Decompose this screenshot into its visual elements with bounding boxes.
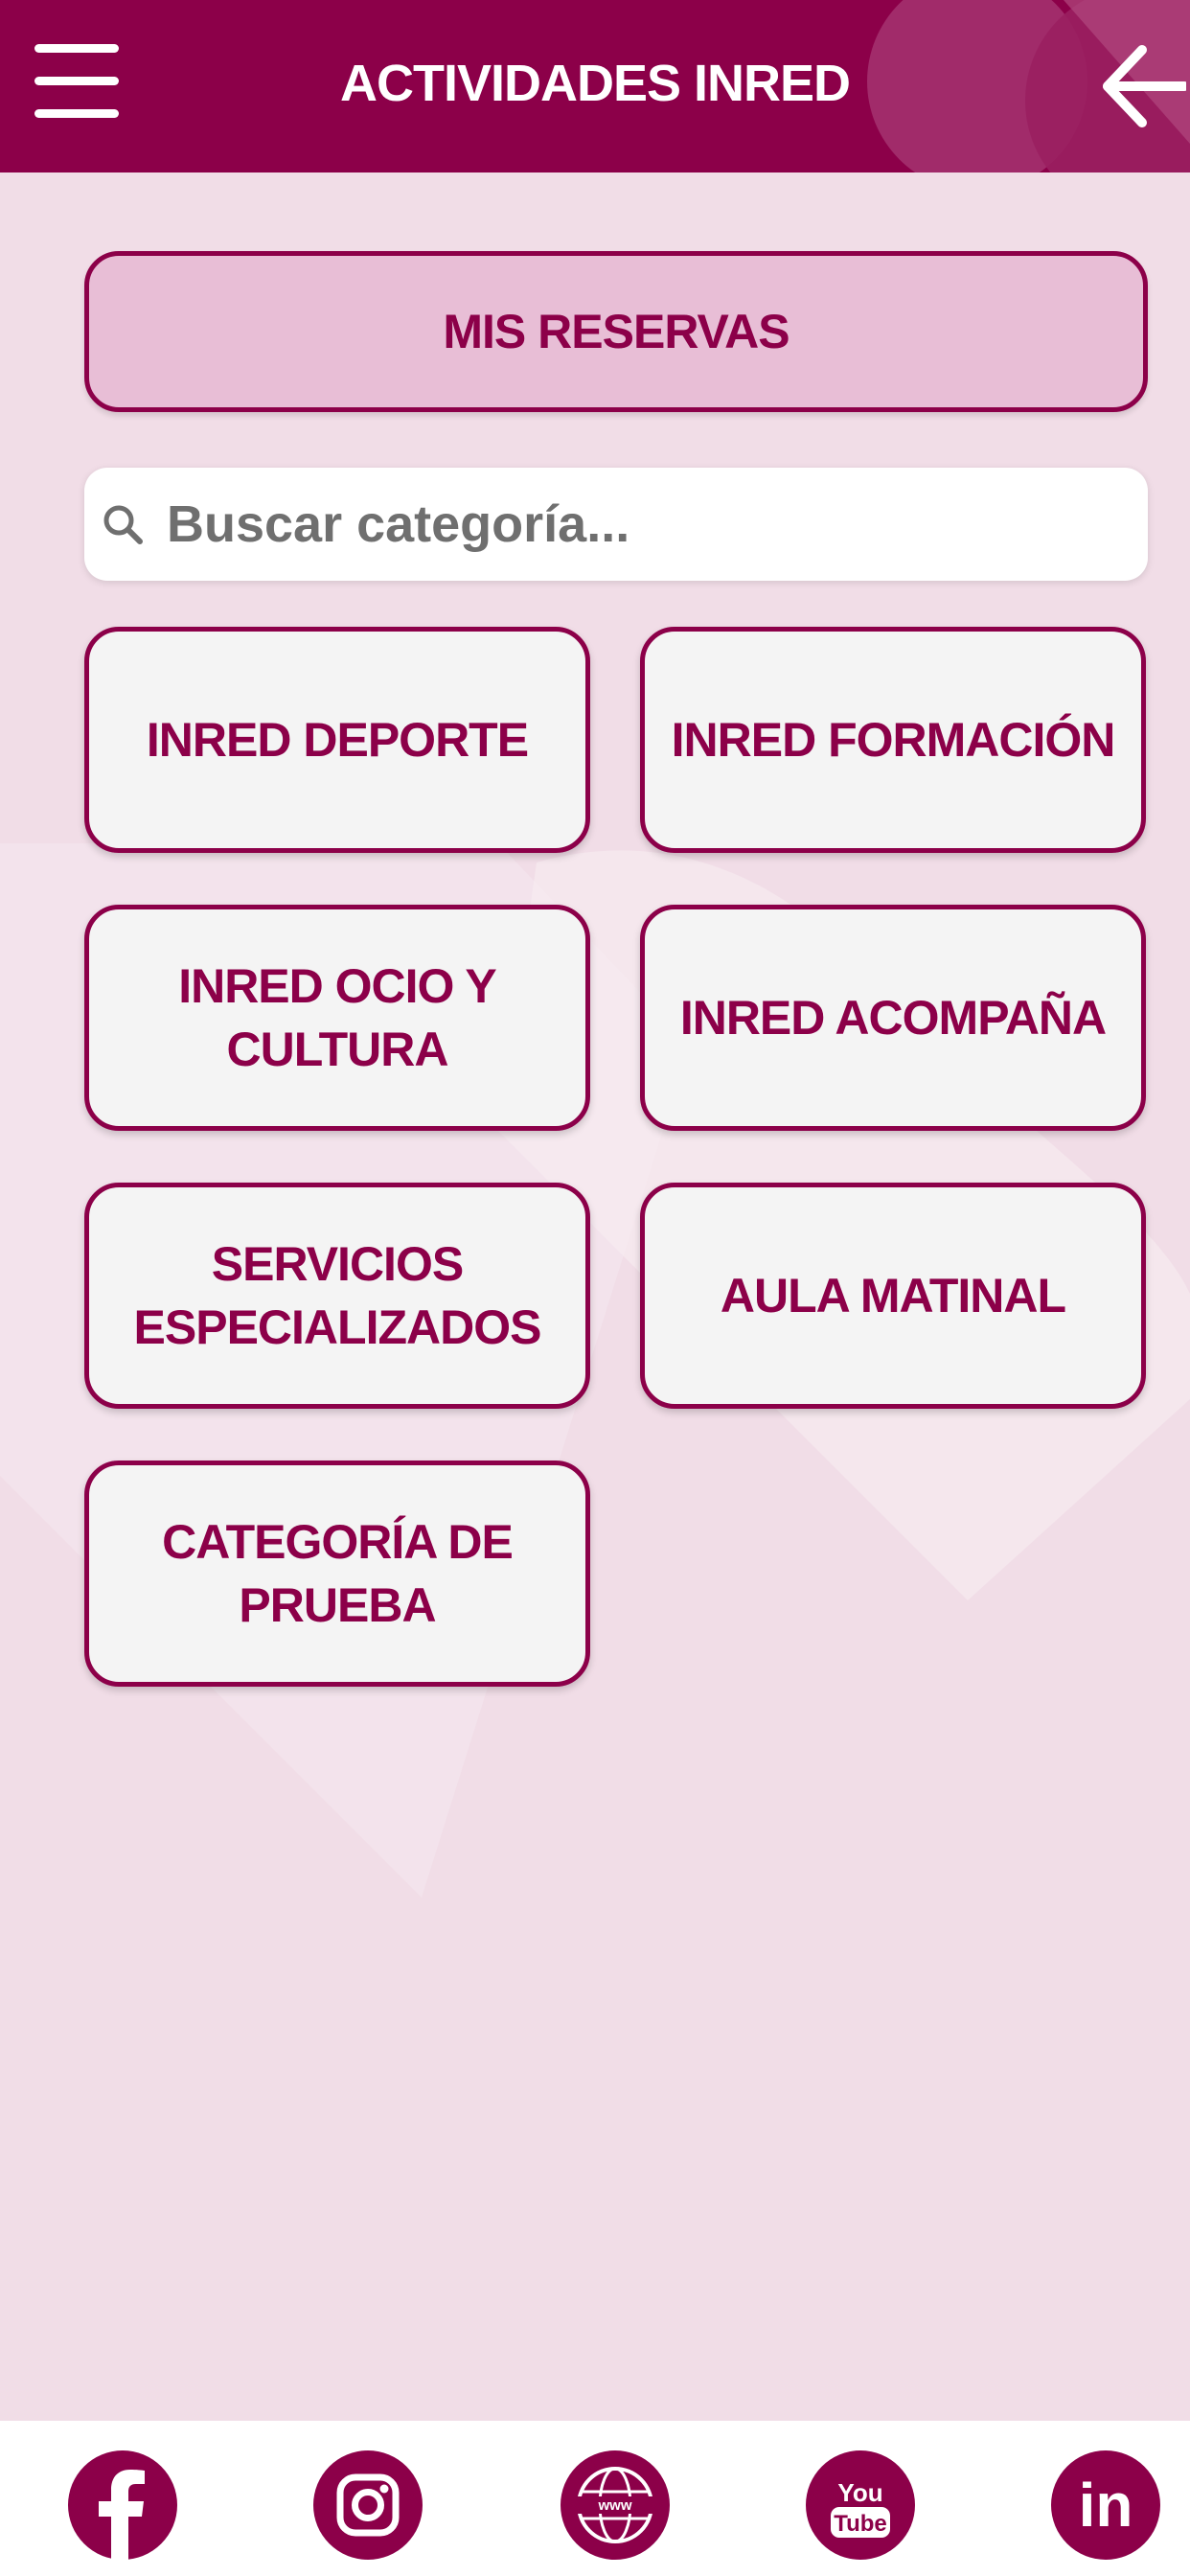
back-arrow-icon[interactable] <box>1100 42 1186 130</box>
youtube-text-top: You <box>837 2478 882 2507</box>
youtube-text-bottom: Tube <box>834 2511 887 2537</box>
linkedin-icon[interactable]: in <box>1050 2450 1161 2561</box>
search-bar <box>84 468 1148 581</box>
youtube-icon[interactable]: You Tube <box>805 2450 916 2561</box>
app-header: ACTIVIDADES INRED <box>0 0 1190 172</box>
www-icon[interactable]: www <box>560 2450 671 2561</box>
category-aula-matinal[interactable]: AULA MATINAL <box>640 1183 1146 1409</box>
category-inred-ocio-cultura[interactable]: INRED OCIO Y CULTURA <box>84 905 590 1131</box>
linkedin-text: in <box>1079 2471 1133 2540</box>
www-text: www <box>597 2497 631 2514</box>
category-inred-deporte[interactable]: INRED DEPORTE <box>84 627 590 853</box>
search-icon <box>103 505 143 544</box>
category-servicios-especializados[interactable]: SERVICIOS ESPECIALIZADOS <box>84 1183 590 1409</box>
instagram-icon[interactable] <box>312 2450 423 2561</box>
category-inred-acompana[interactable]: INRED ACOMPAÑA <box>640 905 1146 1131</box>
social-footer: www You Tube in <box>0 2421 1190 2576</box>
category-prueba[interactable]: CATEGORÍA DE PRUEBA <box>84 1460 590 1687</box>
category-inred-formacion[interactable]: INRED FORMACIÓN <box>640 627 1146 853</box>
facebook-icon[interactable] <box>67 2450 178 2561</box>
search-input[interactable] <box>167 494 1106 554</box>
mis-reservas-button[interactable]: MIS RESERVAS <box>84 251 1148 412</box>
page-title: ACTIVIDADES INRED <box>339 55 851 112</box>
